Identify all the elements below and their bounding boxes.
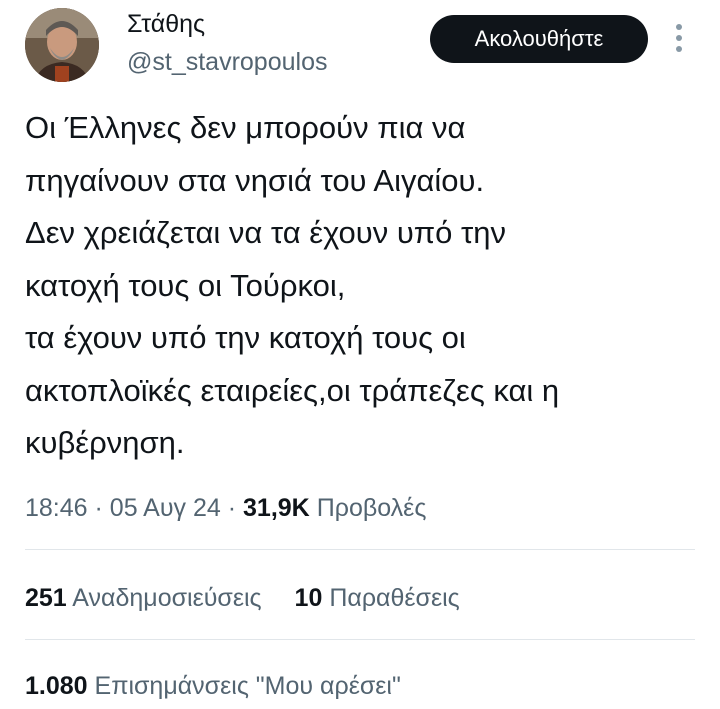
avatar-photo [25, 8, 99, 82]
likes-count: 1.080 [25, 672, 88, 700]
views-count: 31,9K [243, 494, 310, 522]
more-dot [676, 46, 682, 52]
more-vertical-icon[interactable] [668, 22, 690, 56]
tweet-meta: 18:46 · 05 Αυγ 24 · 31,9K Προβολές [25, 488, 426, 528]
tweet-text: Οι Έλληνες δεν μπορούν πια να πηγαίνουν … [25, 110, 560, 460]
engagement-stats-row: 251 Αναδημοσιεύσεις 10 Παραθέσεις [25, 578, 486, 618]
quotes-count: 10 [294, 584, 323, 612]
author-name[interactable]: Στάθης [127, 8, 205, 40]
reposts-count: 251 [25, 584, 67, 612]
divider [25, 639, 695, 640]
tweet-time[interactable]: 18:46 [25, 494, 88, 522]
likes-stat-row: 1.080 Επισημάνσεις "Μου αρέσει" [25, 666, 427, 706]
quotes-stat[interactable]: 10 Παραθέσεις [295, 578, 460, 618]
meta-separator: · [94, 494, 110, 522]
likes-label: Επισημάνσεις "Μου αρέσει" [94, 672, 401, 700]
avatar[interactable] [25, 8, 99, 82]
likes-stat[interactable]: 1.080 Επισημάνσεις "Μου αρέσει" [25, 666, 401, 706]
tweet-header: Στάθης @st_stavropoulos Ακολουθήστε [0, 0, 720, 100]
follow-button[interactable]: Ακολουθήστε [430, 15, 648, 63]
divider [25, 549, 695, 550]
meta-separator: · [227, 494, 244, 522]
quotes-label: Παραθέσεις [329, 584, 460, 612]
views-label: Προβολές [316, 494, 427, 522]
reposts-stat[interactable]: 251 Αναδημοσιεύσεις [25, 578, 262, 618]
author-handle[interactable]: @st_stavropoulos [127, 46, 327, 78]
reposts-label: Αναδημοσιεύσεις [72, 584, 262, 612]
tweet-date[interactable]: 05 Αυγ 24 [110, 494, 221, 522]
more-dot [676, 24, 682, 30]
more-dot [676, 35, 682, 41]
